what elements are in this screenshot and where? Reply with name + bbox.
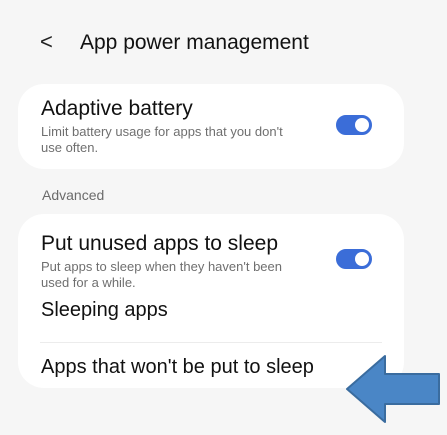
- arrow-left-icon: [346, 355, 440, 423]
- put-unused-apps-toggle[interactable]: [336, 249, 372, 269]
- adaptive-battery-description: Limit battery usage for apps that you do…: [41, 124, 283, 155]
- adaptive-battery-text: Adaptive battery Limit battery usage for…: [41, 97, 287, 156]
- toggle-knob: [355, 252, 369, 266]
- advanced-section-label: Advanced: [42, 187, 105, 203]
- divider: [40, 342, 382, 343]
- adaptive-battery-card[interactable]: Adaptive battery Limit battery usage for…: [18, 84, 404, 169]
- never-sleeping-apps-item[interactable]: Apps that won't be put to sleep: [41, 355, 314, 379]
- put-unused-apps-title: Put unused apps to sleep: [41, 232, 279, 255]
- put-unused-apps-description: Put apps to sleep when they haven't been…: [41, 259, 282, 290]
- put-unused-apps-text[interactable]: Put unused apps to sleep Put apps to sle…: [41, 232, 287, 291]
- page-title: App power management: [80, 31, 309, 54]
- toggle-knob: [355, 118, 369, 132]
- sleeping-apps-item[interactable]: Sleeping apps: [41, 298, 168, 322]
- adaptive-battery-title: Adaptive battery: [41, 97, 193, 120]
- adaptive-battery-toggle[interactable]: [336, 115, 372, 135]
- back-button[interactable]: <: [40, 30, 53, 54]
- top-app-bar: < App power management: [0, 0, 447, 84]
